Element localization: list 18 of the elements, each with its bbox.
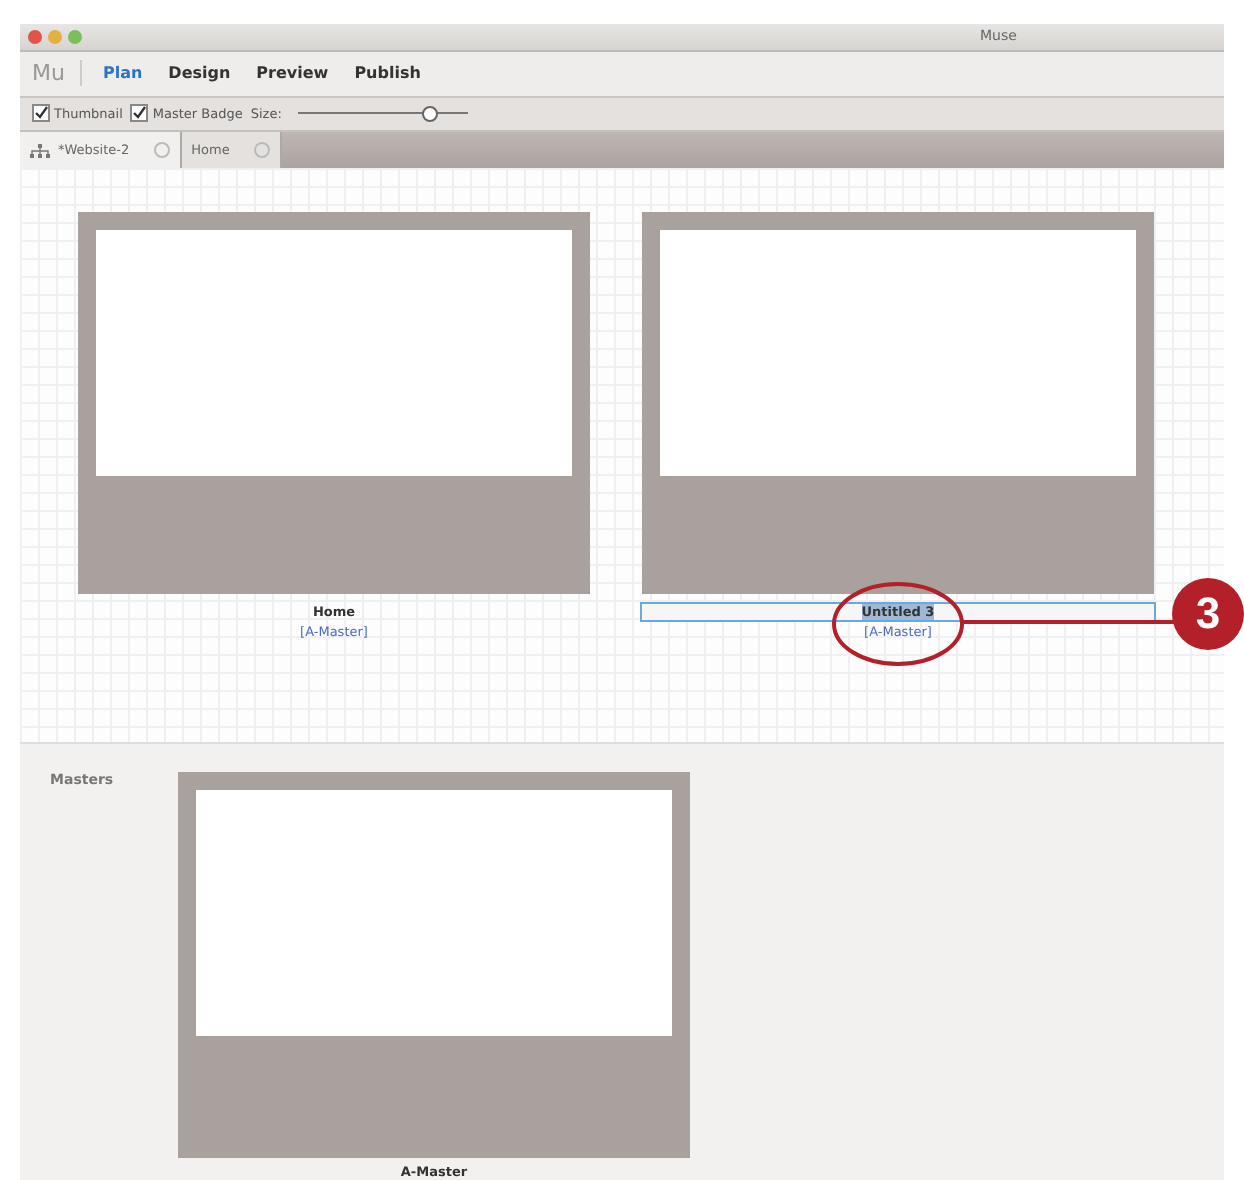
checkbox[interactable] <box>32 104 50 123</box>
close-tab-icon[interactable] <box>253 142 270 159</box>
page-thumbnail[interactable] <box>78 212 590 594</box>
mode-tab[interactable]: Plan <box>102 64 157 83</box>
close-tab-icon[interactable] <box>153 142 170 159</box>
close-button[interactable] <box>28 29 42 44</box>
zoom-button[interactable] <box>68 29 82 44</box>
app-logo: Mu <box>32 60 83 87</box>
highlight-ellipse <box>832 582 964 666</box>
sitemap-icon <box>30 143 50 158</box>
page-thumbnail[interactable] <box>642 212 1154 594</box>
slider-thumb[interactable] <box>422 106 439 123</box>
master-thumbnail[interactable] <box>178 772 690 1158</box>
mode-tab[interactable]: Publish <box>354 64 435 83</box>
mode-tab[interactable]: Preview <box>256 64 343 83</box>
checkbox[interactable] <box>130 104 149 123</box>
minimize-button[interactable] <box>48 29 62 44</box>
mode-tab[interactable]: Design <box>168 64 245 83</box>
